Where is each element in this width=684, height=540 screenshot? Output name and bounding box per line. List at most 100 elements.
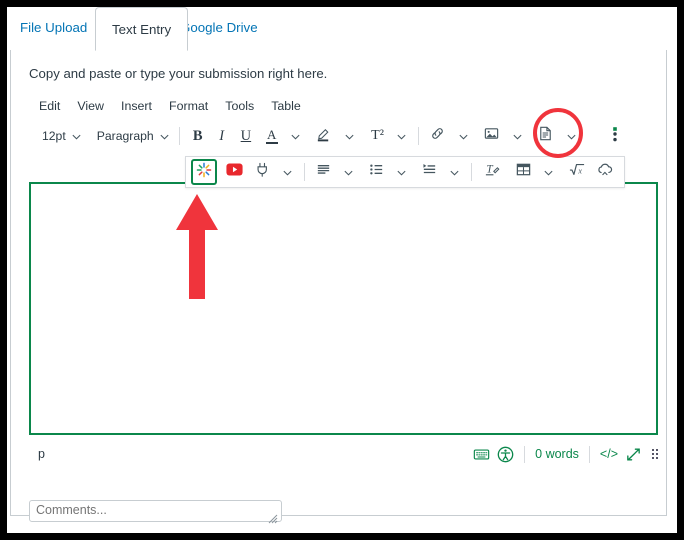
menu-tools[interactable]: Tools [225, 99, 254, 113]
html-editor-toggle[interactable]: </> [600, 447, 618, 461]
tab-google-drive[interactable]: Google Drive [180, 20, 258, 35]
text-color-button[interactable]: A [258, 123, 282, 149]
chevron-down-icon [159, 131, 170, 142]
chevron-down-icon [566, 131, 577, 142]
block-format-select[interactable]: Paragraph [92, 123, 173, 149]
bullet-list-icon [368, 161, 385, 183]
image-icon [483, 125, 500, 147]
youtube-icon [226, 163, 243, 181]
italic-button[interactable]: I [210, 123, 234, 149]
text-color-dropdown[interactable] [282, 123, 306, 149]
browser-frame: File Upload Text Entry Google Drive Copy… [7, 7, 677, 533]
resize-handle-icon[interactable] [652, 449, 658, 459]
plug-icon [254, 161, 271, 183]
keyboard-icon[interactable] [473, 447, 490, 462]
menu-table[interactable]: Table [271, 99, 301, 113]
bullet-list-button[interactable] [359, 159, 388, 185]
align-button[interactable] [311, 159, 335, 185]
chevron-down-icon [512, 131, 523, 142]
tab-text-entry[interactable]: Text Entry [95, 7, 189, 51]
superscript-button[interactable]: T² [360, 123, 388, 149]
submission-type-tabs: File Upload Text Entry Google Drive [7, 7, 677, 52]
clear-formatting-icon: T [484, 161, 501, 183]
bold-icon: B [192, 127, 203, 144]
plugins-button[interactable] [248, 159, 274, 185]
menu-insert[interactable]: Insert [121, 99, 152, 113]
editor-toolbar-primary: 12pt Paragraph B I U A T² [29, 120, 658, 152]
chevron-down-icon [396, 131, 407, 142]
bullet-list-dropdown[interactable] [388, 159, 412, 185]
superscript-icon: T² [371, 128, 384, 143]
align-dropdown[interactable] [335, 159, 359, 185]
chevron-down-icon [344, 131, 355, 142]
rich-content-editor: Edit View Insert Format Tools Table 12pt… [29, 94, 658, 484]
overflow-kebab-menu-button[interactable] [602, 123, 628, 149]
youtube-button[interactable] [221, 159, 248, 185]
chevron-down-icon [282, 167, 293, 178]
document-button[interactable] [528, 123, 558, 149]
editor-text-area[interactable] [29, 182, 658, 435]
toolbar-divider [471, 163, 472, 181]
clear-formatting-button[interactable]: T [478, 159, 507, 185]
highlight-color-button[interactable] [306, 123, 336, 149]
bold-button[interactable]: B [186, 123, 210, 149]
chevron-down-icon [449, 167, 460, 178]
cloud-upload-button[interactable] [591, 159, 619, 185]
highlight-pen-icon [315, 125, 332, 147]
svg-text:T: T [486, 163, 493, 175]
tab-file-upload[interactable]: File Upload [20, 20, 87, 35]
image-dropdown[interactable] [504, 123, 528, 149]
element-path[interactable]: p [38, 447, 45, 461]
table-dropdown[interactable] [535, 159, 559, 185]
text-color-icon: A [265, 128, 278, 145]
link-button[interactable] [425, 123, 450, 149]
document-dropdown[interactable] [558, 123, 582, 149]
italic-icon: I [219, 127, 225, 144]
font-size-select[interactable]: 12pt [37, 123, 85, 149]
statusbar-tools: 0 words </> [473, 445, 658, 463]
toolbar-divider [178, 127, 180, 145]
statusbar-divider [524, 445, 526, 463]
document-icon [537, 125, 554, 147]
accessibility-icon[interactable] [497, 446, 514, 463]
toolbar-divider [417, 127, 419, 145]
editor-toolbar-overflow: T x [185, 156, 625, 188]
text-entry-panel: Copy and paste or type your submission r… [10, 50, 667, 524]
toolbar-divider [304, 163, 305, 181]
chevron-down-icon [290, 131, 301, 142]
highlight-color-dropdown[interactable] [336, 123, 360, 149]
svg-text:x: x [577, 167, 582, 176]
chevron-down-icon [458, 131, 469, 142]
statusbar-divider [588, 445, 590, 463]
link-dropdown[interactable] [450, 123, 474, 149]
editor-statusbar: p 0 words </> [29, 439, 658, 469]
indent-button[interactable] [412, 159, 441, 185]
indent-icon [421, 161, 438, 183]
word-count[interactable]: 0 words [535, 447, 579, 461]
superscript-dropdown[interactable] [388, 123, 412, 149]
editor-menubar: Edit View Insert Format Tools Table [29, 94, 658, 118]
fullscreen-icon[interactable] [625, 446, 642, 463]
plugins-dropdown[interactable] [274, 159, 298, 185]
menu-view[interactable]: View [77, 99, 104, 113]
indent-dropdown[interactable] [441, 159, 465, 185]
image-button[interactable] [474, 123, 504, 149]
kebab-menu-icon [608, 124, 622, 149]
comments-input[interactable] [29, 500, 282, 522]
chevron-down-icon [343, 167, 354, 178]
underline-icon: U [240, 127, 252, 144]
table-button[interactable] [507, 159, 535, 185]
apps-burst-button[interactable] [191, 159, 217, 185]
equation-icon: x [568, 161, 586, 183]
menu-format[interactable]: Format [169, 99, 208, 113]
underline-button[interactable]: U [234, 123, 258, 149]
instructions-text: Copy and paste or type your submission r… [29, 66, 328, 81]
chevron-down-icon [543, 167, 554, 178]
cloud-upload-icon [596, 161, 614, 183]
align-left-icon [315, 161, 332, 183]
equation-button[interactable]: x [559, 159, 591, 185]
menu-edit[interactable]: Edit [39, 99, 60, 113]
chevron-down-icon [396, 167, 407, 178]
link-icon [429, 125, 446, 147]
table-icon [515, 161, 532, 183]
